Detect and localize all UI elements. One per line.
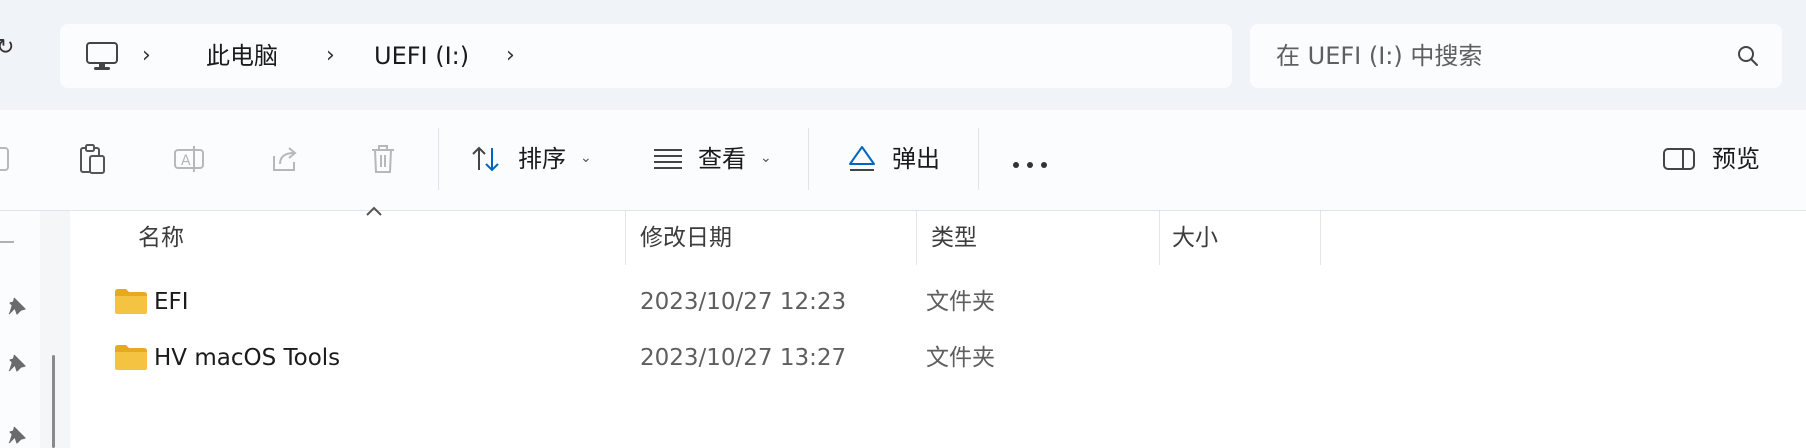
- search-placeholder: 在 UEFI (I:) 中搜索: [1276, 42, 1483, 70]
- file-modified: 2023/10/27 13:27: [640, 345, 847, 371]
- file-name: HV macOS Tools: [154, 345, 341, 371]
- pane-splitter[interactable]: [40, 211, 70, 448]
- pin-icon[interactable]: [6, 352, 28, 374]
- eject-icon: [849, 146, 875, 171]
- file-name: EFI: [154, 289, 189, 315]
- column-header-modified[interactable]: 修改日期: [626, 211, 916, 265]
- sort-button[interactable]: 排序 ⌄: [468, 136, 598, 182]
- folder-icon: [115, 289, 147, 314]
- view-icon: [654, 149, 682, 169]
- file-type: 文件夹: [926, 289, 995, 315]
- column-label-name: 名称: [138, 225, 184, 251]
- view-button[interactable]: 查看 ⌄: [650, 136, 780, 182]
- pin-icon[interactable]: [6, 424, 28, 446]
- refresh-icon[interactable]: ↻: [0, 37, 16, 59]
- search-input[interactable]: 在 UEFI (I:) 中搜索: [1250, 24, 1782, 88]
- chevron-down-icon: ⌄: [760, 150, 772, 166]
- toolbar-divider: [978, 128, 979, 190]
- preview-label: 预览: [1712, 145, 1760, 173]
- column-divider[interactable]: [1320, 211, 1321, 265]
- file-modified: 2023/10/27 12:23: [640, 289, 847, 315]
- eject-button[interactable]: 弹出: [846, 136, 956, 182]
- breadcrumb-uefi-drive[interactable]: UEFI (I:): [374, 42, 469, 70]
- new-item-icon[interactable]: [0, 142, 14, 176]
- this-pc-icon[interactable]: [84, 41, 120, 73]
- svg-text:A: A: [181, 153, 191, 169]
- more-options-icon[interactable]: [1010, 160, 1050, 170]
- file-list: 名称 修改日期 类型 大小 EFI 2023/10/27 12:23 文件夹 H…: [70, 206, 1806, 448]
- view-label: 查看: [698, 145, 746, 173]
- delete-icon[interactable]: [366, 142, 400, 176]
- toolbar-divider: [438, 128, 439, 190]
- breadcrumb-this-pc[interactable]: 此电脑: [206, 42, 278, 70]
- preview-pane-button[interactable]: 预览: [1662, 136, 1772, 182]
- paste-icon[interactable]: [76, 142, 110, 176]
- share-icon[interactable]: [268, 142, 302, 176]
- address-row: ↻ › 此电脑 › UEFI (I:) › 在 UEFI (I:) 中搜索: [0, 0, 1806, 110]
- column-header-size[interactable]: 大小: [1160, 211, 1320, 265]
- file-row[interactable]: HV macOS Tools 2023/10/27 13:27 文件夹: [104, 333, 1394, 383]
- sort-icon: [472, 146, 499, 172]
- navigation-scrollbar[interactable]: [52, 355, 55, 448]
- chevron-down-icon: ⌄: [580, 150, 592, 166]
- toolbar-divider: [808, 128, 809, 190]
- address-bar[interactable]: › 此电脑 › UEFI (I:) ›: [60, 24, 1232, 88]
- column-header-type[interactable]: 类型: [917, 211, 1159, 265]
- preview-pane-icon: [1663, 148, 1695, 170]
- column-label-size: 大小: [1172, 225, 1218, 251]
- column-header-name[interactable]: 名称: [70, 211, 625, 265]
- pin-icon[interactable]: [6, 295, 28, 317]
- chevron-right-icon[interactable]: ›: [142, 43, 151, 69]
- eject-label: 弹出: [892, 145, 940, 173]
- column-label-modified: 修改日期: [640, 225, 732, 251]
- search-icon: [1738, 46, 1758, 66]
- folder-icon: [115, 345, 147, 370]
- file-type: 文件夹: [926, 345, 995, 371]
- command-toolbar: A 排序 ⌄ 查看 ⌄ 弹出 预览: [0, 110, 1806, 211]
- chevron-right-icon[interactable]: ›: [506, 43, 515, 69]
- rename-icon[interactable]: A: [172, 142, 206, 176]
- file-row[interactable]: EFI 2023/10/27 12:23 文件夹: [104, 277, 1394, 327]
- chevron-right-icon[interactable]: ›: [326, 43, 335, 69]
- navigation-pane: [0, 211, 40, 448]
- nav-divider: [0, 241, 14, 243]
- column-label-type: 类型: [931, 225, 977, 251]
- sort-label: 排序: [518, 145, 566, 173]
